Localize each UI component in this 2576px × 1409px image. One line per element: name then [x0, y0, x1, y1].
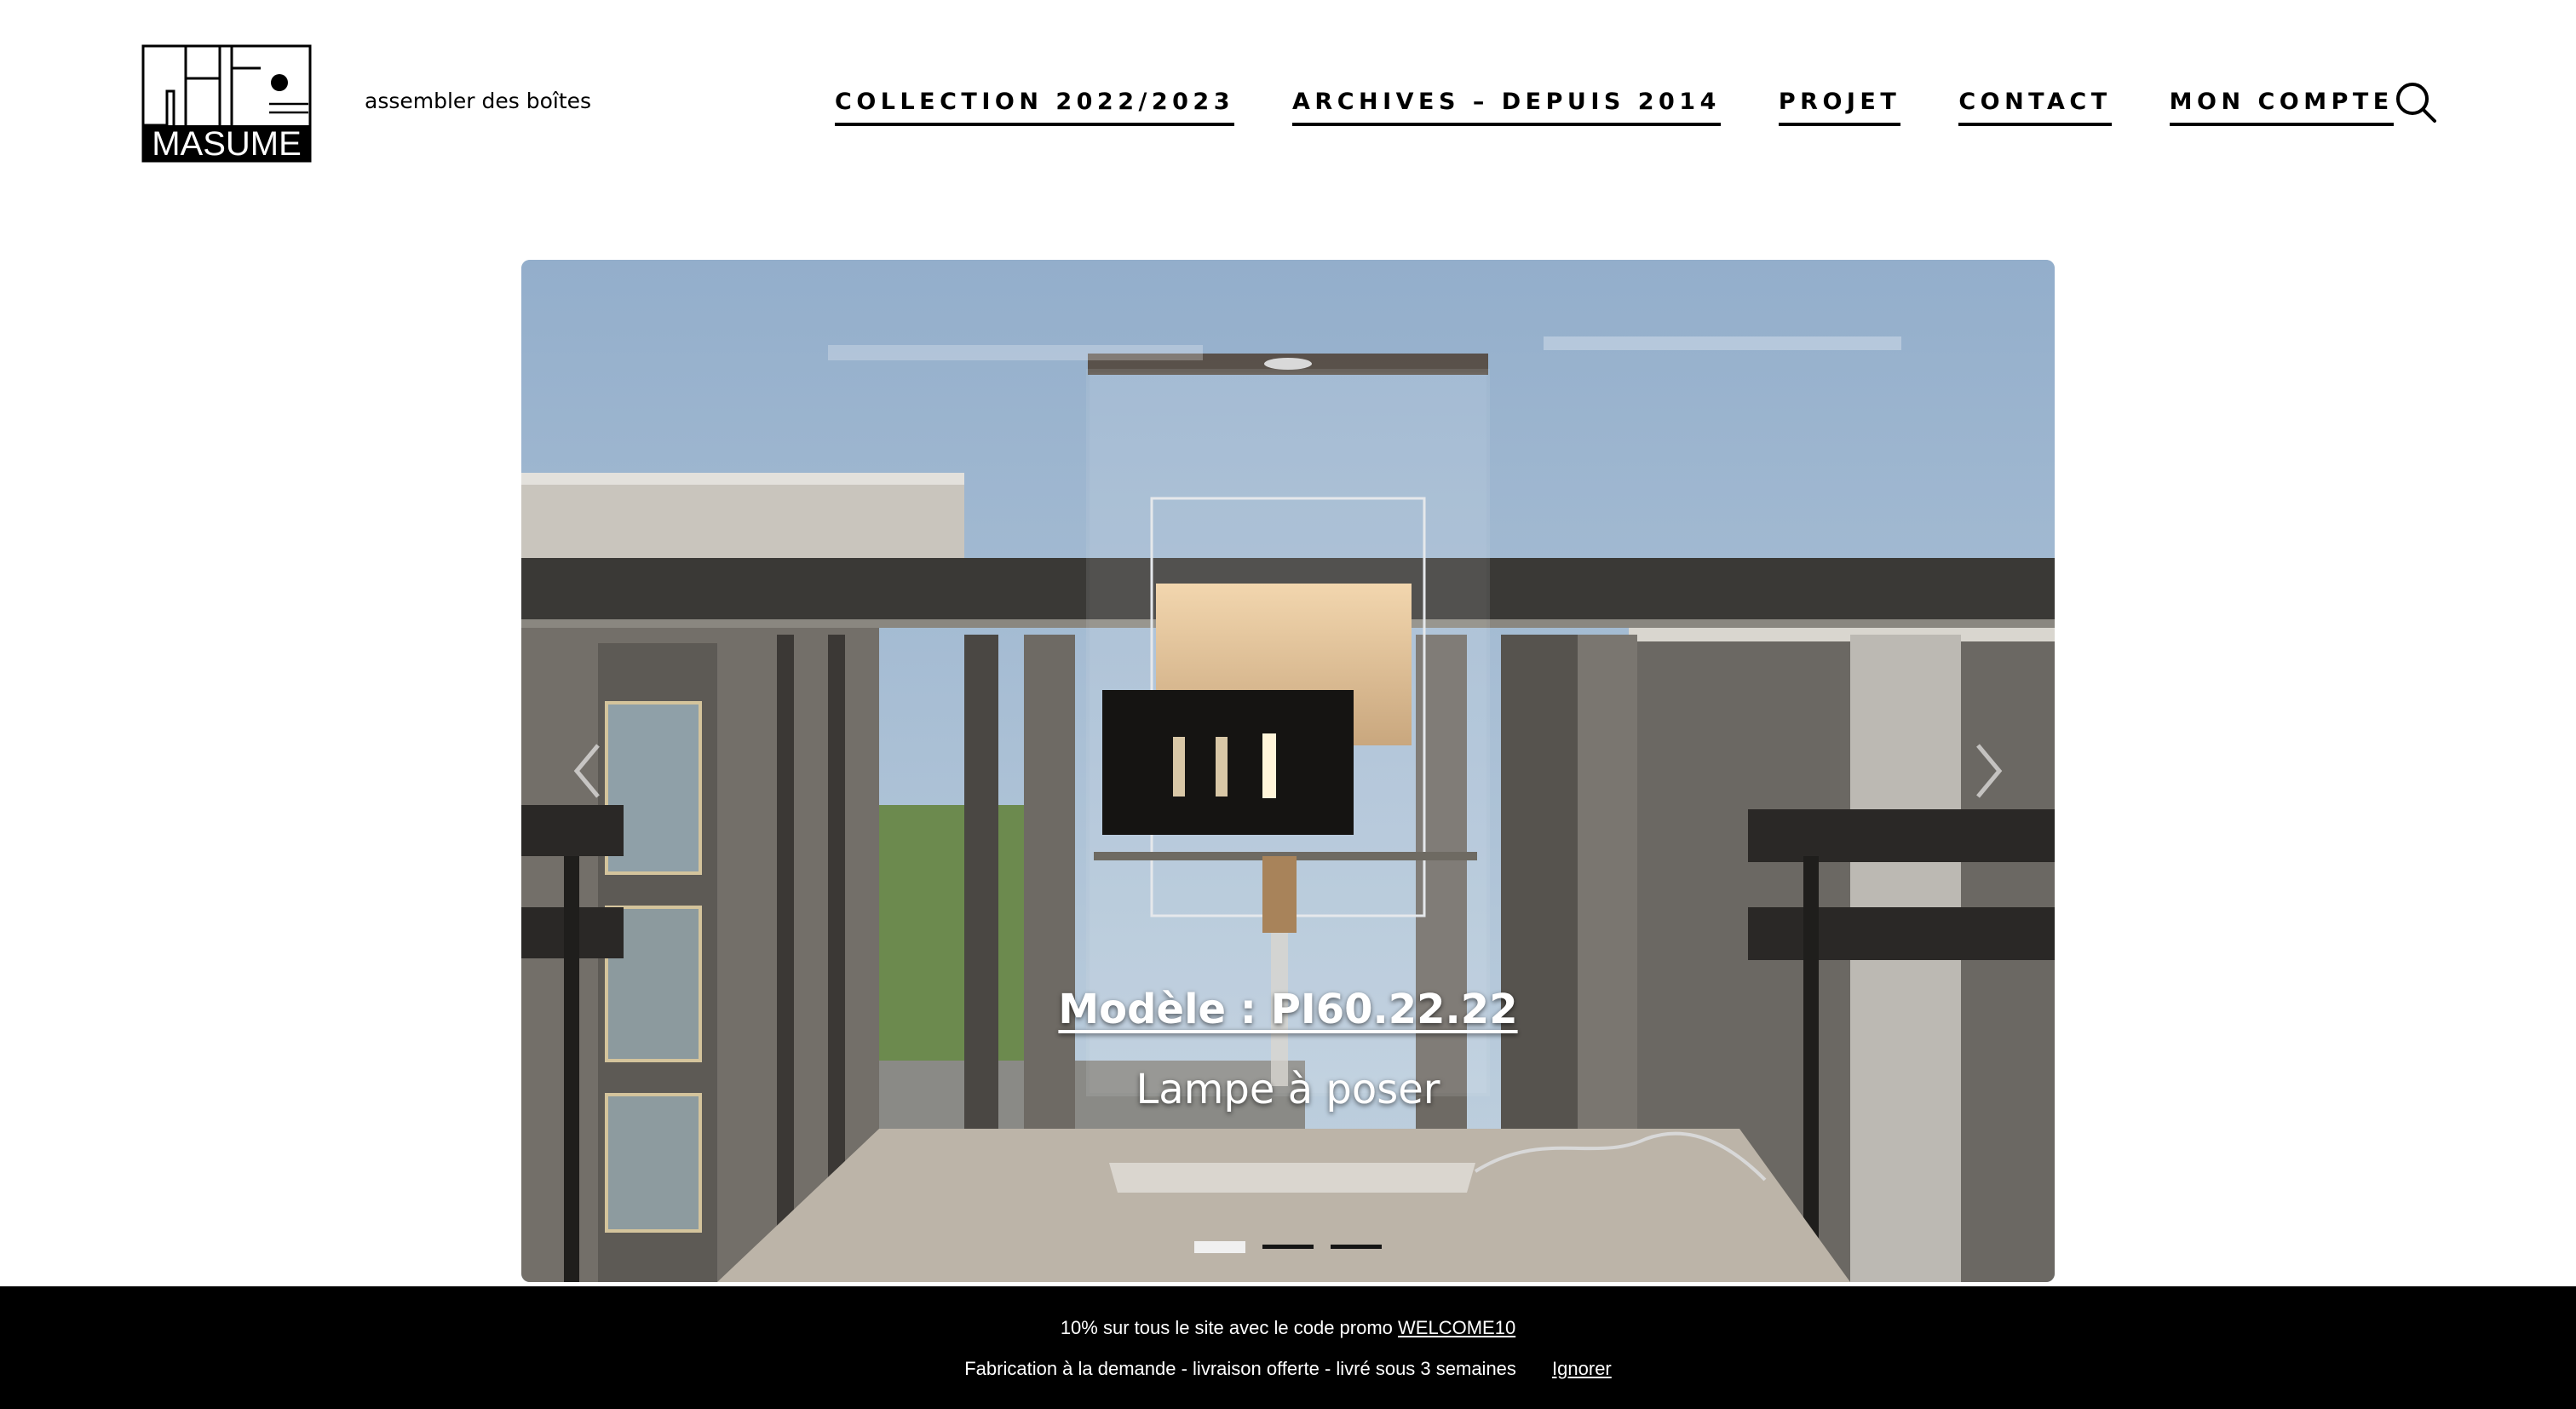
nav-item-archives[interactable]: ARCHIVES – DEPUIS 2014 — [1292, 89, 1721, 126]
promo-banner: 10% sur tous le site avec le code promo … — [0, 1286, 2576, 1409]
slide-subtitle: Lampe à poser — [1136, 1066, 1440, 1113]
promo-line-2: Fabrication à la demande - livraison off… — [0, 1358, 2576, 1380]
slider-dot-1[interactable] — [1194, 1241, 1245, 1253]
promo-code-link[interactable]: WELCOME10 — [1398, 1317, 1515, 1338]
slide-title-link[interactable]: Modèle : PI60.22.22 — [521, 986, 2055, 1033]
masume-logo[interactable]: MASUME — [141, 44, 312, 163]
nav-item-projet[interactable]: PROJET — [1778, 89, 1901, 126]
promo-line-1: 10% sur tous le site avec le code promo … — [0, 1317, 2576, 1339]
slider-pagination — [521, 1241, 2055, 1253]
chevron-left-icon[interactable] — [564, 737, 615, 805]
slider-dot-3[interactable] — [1331, 1245, 1382, 1249]
slider-dot-2[interactable] — [1262, 1245, 1314, 1249]
shipping-info-text: Fabrication à la demande - livraison off… — [964, 1358, 1516, 1379]
search-icon[interactable] — [2394, 80, 2438, 124]
main-nav: COLLECTION 2022/2023 ARCHIVES – DEPUIS 2… — [835, 89, 2394, 126]
dismiss-banner-link[interactable]: Ignorer — [1552, 1358, 1612, 1379]
slide-image — [521, 260, 2055, 1282]
promo-text: 10% sur tous le site avec le code promo — [1060, 1317, 1399, 1338]
nav-item-mon-compte[interactable]: MON COMPTE — [2169, 89, 2394, 126]
site-tagline: assembler des boîtes — [365, 89, 592, 113]
logo-text: MASUME — [152, 125, 302, 163]
nav-item-collection[interactable]: COLLECTION 2022/2023 — [835, 89, 1235, 126]
hero-slider[interactable]: Modèle : PI60.22.22 Lampe à poser — [521, 260, 2055, 1282]
chevron-right-icon[interactable] — [1961, 737, 2012, 805]
nav-item-contact[interactable]: CONTACT — [1958, 89, 2112, 126]
